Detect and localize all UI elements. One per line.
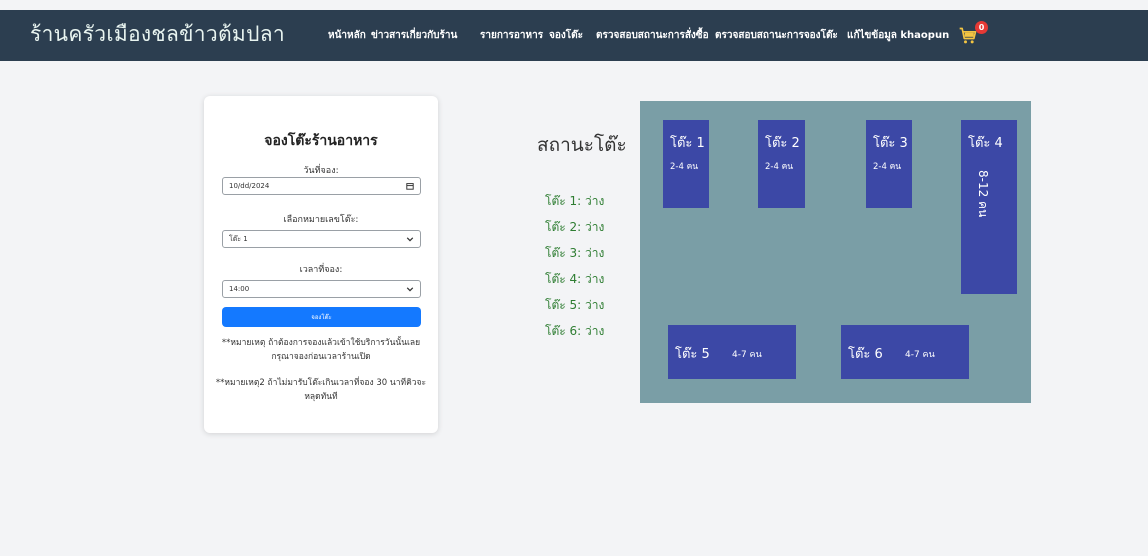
- note-2: **หมายเหตุ2 ถ้าไม่มารับโต๊ะเกินเวลาที่จอ…: [215, 378, 427, 402]
- table-6[interactable]: โต๊ะ 6 4-7 คน: [841, 325, 969, 379]
- table-1-capacity: 2-4 คน: [670, 162, 699, 172]
- cart-count-badge: 0: [975, 21, 988, 34]
- chevron-down-icon: [406, 237, 414, 242]
- navbar: ร้านครัวเมืองชลข้าวต้มปลา หน้าหลัก ข่าวส…: [0, 10, 1148, 61]
- table-3-capacity: 2-4 คน: [873, 162, 902, 172]
- table-5-capacity: 4-7 คน: [732, 350, 762, 360]
- time-select-value: 14:00: [229, 285, 250, 293]
- table-number-label: เลือกหมายเลขโต๊ะ:: [283, 215, 359, 225]
- note-1: **หมายเหตุ ถ้าต้องการจองแล้วเข้าใช้บริกา…: [221, 338, 421, 362]
- table-1-name: โต๊ะ 1: [670, 136, 705, 151]
- status-line-table-4: โต๊ะ 4: ว่าง: [545, 272, 605, 286]
- nav-order-status[interactable]: ตรวจสอบสถานะการสั่งซื้อ: [596, 28, 709, 43]
- date-value: 10/dd/2024: [229, 182, 270, 190]
- status-line-table-5: โต๊ะ 5: ว่าง: [545, 298, 605, 312]
- status-line-table-3: โต๊ะ 3: ว่าง: [545, 246, 605, 260]
- chevron-down-icon: [406, 287, 414, 292]
- brand-title[interactable]: ร้านครัวเมืองชลข้าวต้มปลา: [30, 18, 285, 51]
- time-label: เวลาที่จอง:: [299, 265, 343, 275]
- table-3-name: โต๊ะ 3: [873, 136, 908, 151]
- table-6-name: โต๊ะ 6: [848, 347, 883, 362]
- form-title: จองโต๊ะร้านอาหาร: [264, 133, 378, 149]
- table-3[interactable]: โต๊ะ 3 2-4 คน: [866, 120, 912, 208]
- table-2-capacity: 2-4 คน: [765, 162, 794, 172]
- status-line-table-6: โต๊ะ 6: ว่าง: [545, 324, 605, 338]
- table-4[interactable]: โต๊ะ 4 8-12 คน: [961, 120, 1017, 294]
- table-2-name: โต๊ะ 2: [765, 136, 800, 151]
- nav-news[interactable]: ข่าวสารเกี่ยวกับร้าน: [371, 28, 457, 43]
- time-select[interactable]: 14:00: [222, 280, 421, 298]
- nav-booking-status[interactable]: ตรวจสอบสถานะการจองโต๊ะ: [715, 28, 838, 43]
- table-1[interactable]: โต๊ะ 1 2-4 คน: [663, 120, 709, 208]
- table-2[interactable]: โต๊ะ 2 2-4 คน: [758, 120, 805, 208]
- nav-menu[interactable]: รายการอาหาร: [480, 28, 543, 43]
- book-table-button[interactable]: จองโต๊ะ: [222, 307, 421, 327]
- calendar-icon[interactable]: [406, 182, 414, 190]
- nav-home[interactable]: หน้าหลัก: [328, 28, 366, 43]
- table-5-name: โต๊ะ 5: [675, 347, 710, 362]
- status-line-table-2: โต๊ะ 2: ว่าง: [545, 220, 605, 234]
- nav-edit-profile[interactable]: แก้ไขข้อมูล khaopun: [847, 28, 949, 43]
- table-4-capacity: 8-12 คน: [976, 170, 990, 218]
- date-input[interactable]: 10/dd/2024: [222, 177, 421, 195]
- date-label: วันที่จอง:: [303, 166, 339, 176]
- floor-plan: โต๊ะ 1 2-4 คน โต๊ะ 2 2-4 คน โต๊ะ 3 2-4 ค…: [640, 101, 1031, 403]
- booking-form-card: จองโต๊ะร้านอาหาร วันที่จอง: 10/dd/2024 เ…: [204, 96, 438, 433]
- table-select-value: โต๊ะ 1: [229, 234, 248, 243]
- table-4-name: โต๊ะ 4: [968, 136, 1003, 151]
- status-line-table-1: โต๊ะ 1: ว่าง: [545, 194, 605, 208]
- nav-book-table[interactable]: จองโต๊ะ: [549, 28, 583, 43]
- status-title: สถานะโต๊ะ: [537, 134, 627, 156]
- table-select[interactable]: โต๊ะ 1: [222, 230, 421, 248]
- table-6-capacity: 4-7 คน: [905, 350, 935, 360]
- table-5[interactable]: โต๊ะ 5 4-7 คน: [668, 325, 796, 379]
